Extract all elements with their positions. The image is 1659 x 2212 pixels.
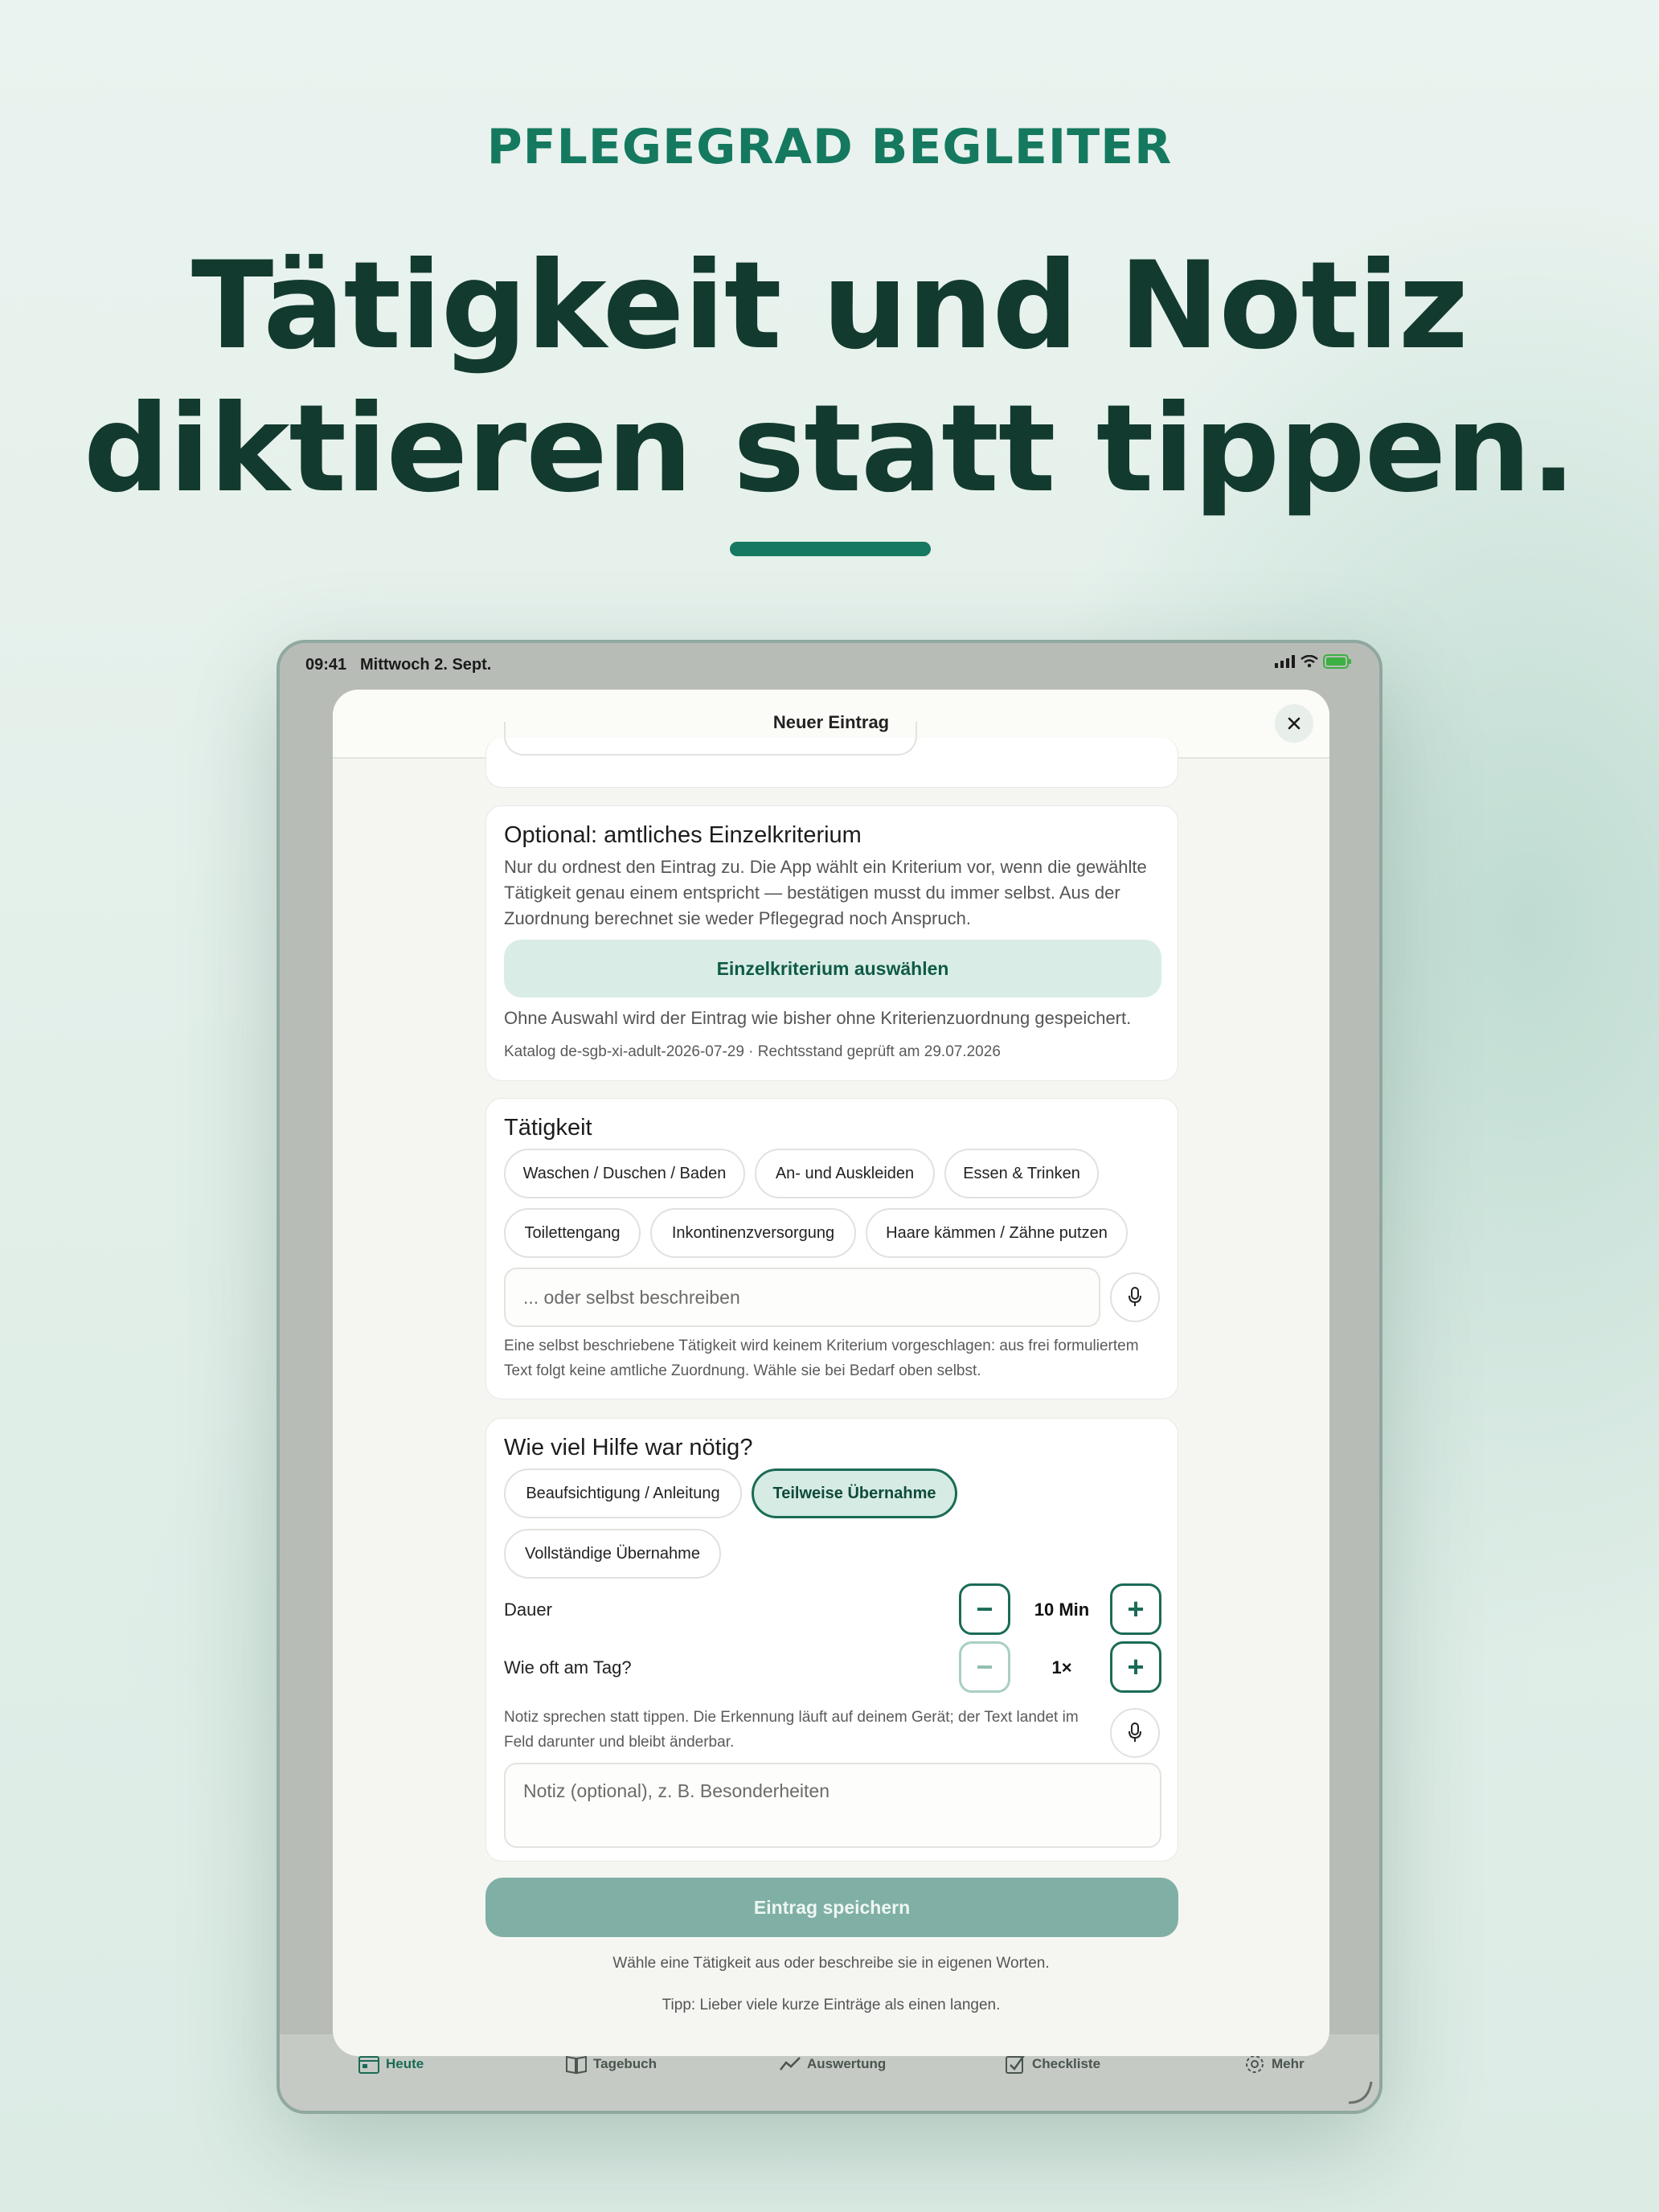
select-hint: Wähle eine Tätigkeit aus oder beschreibe… — [612, 1955, 1050, 1972]
criterion-card: Optional: amtliches Einzelkriterium Nur … — [485, 805, 1178, 1081]
close-button[interactable] — [1275, 704, 1313, 743]
close-icon — [1288, 717, 1301, 730]
note-mic-button[interactable] — [1110, 1708, 1160, 1758]
criterion-title: Optional: amtliches Einzelkriterium — [504, 822, 862, 848]
tip-hint: Tipp: Lieber viele kurze Einträge als ei… — [662, 1997, 1001, 2013]
help-option[interactable]: Beaufsichtigung / Anleitung — [504, 1469, 742, 1518]
activity-card: Tätigkeit Waschen / Duschen / Baden An- … — [485, 1098, 1178, 1399]
activity-chip[interactable]: Toilettengang — [504, 1208, 641, 1258]
custom-activity-input[interactable]: ... oder selbst beschreiben — [504, 1268, 1100, 1327]
help-option-selected[interactable]: Teilweise Übernahme — [752, 1469, 957, 1518]
activity-chip[interactable]: An- und Auskleiden — [755, 1149, 935, 1198]
activity-chip[interactable]: Haare kämmen / Zähne putzen — [866, 1208, 1128, 1258]
entry-sheet: Neuer Eintrag Optional: amtliches Einzel… — [333, 690, 1329, 2056]
eyebrow: PFLEGEGRAD BEGLEITER — [486, 119, 1173, 175]
dictation-note: Notiz sprechen statt tippen. Die Erkennu… — [504, 1709, 1079, 1751]
custom-activity-note: Eine selbst beschriebene Tätigkeit wird … — [504, 1337, 1139, 1379]
previous-card — [485, 722, 1178, 788]
note-input[interactable]: Notiz (optional), z. B. Besonderheiten — [504, 1763, 1161, 1848]
frequency-increase-button[interactable]: + — [1110, 1641, 1161, 1693]
help-option[interactable]: Vollständige Übernahme — [504, 1529, 721, 1579]
activity-chip[interactable]: Waschen / Duschen / Baden — [504, 1149, 745, 1198]
activity-chip[interactable]: Inkontinenzversorgung — [650, 1208, 856, 1258]
tab-tagebuch-label: Tagebuch — [593, 2056, 657, 2071]
status-icons — [1275, 654, 1352, 669]
microphone-icon — [1129, 1287, 1141, 1306]
microphone-icon — [1129, 1722, 1141, 1742]
select-criterion-button[interactable]: Einzelkriterium auswählen — [504, 940, 1161, 997]
battery-icon — [1323, 654, 1351, 669]
status-bar: 09:41 Mittwoch 2. Sept. — [280, 643, 1379, 683]
headline: Tätigkeit und Notiz diktieren statt tipp… — [0, 235, 1659, 521]
headline-line-2: diktieren statt tippen. — [83, 379, 1576, 519]
activity-title: Tätigkeit — [504, 1115, 592, 1141]
tab-heute-label: Heute — [386, 2056, 424, 2071]
status-time: 09:41 — [305, 656, 347, 674]
no-selection-note: Ohne Auswahl wird der Eintrag wie bisher… — [504, 1008, 1132, 1028]
activity-chip[interactable]: Essen & Trinken — [944, 1149, 1099, 1198]
duration-increase-button[interactable]: + — [1110, 1583, 1161, 1635]
tab-checkliste-label: Checkliste — [1032, 2056, 1101, 2071]
frequency-value: 1× — [1051, 1657, 1072, 1677]
criterion-description: Nur du ordnest den Eintrag zu. Die App w… — [504, 857, 1147, 928]
duration-label: Dauer — [504, 1600, 552, 1620]
tab-mehr-label: Mehr — [1272, 2056, 1305, 2071]
frequency-label: Wie oft am Tag? — [504, 1657, 632, 1677]
device-frame: 09:41 Mittwoch 2. Sept. Heute Tagebuch A… — [276, 640, 1382, 2114]
help-title: Wie viel Hilfe war nötig? — [504, 1435, 753, 1460]
headline-line-1: Tätigkeit und Notiz — [190, 236, 1469, 376]
headline-rule — [730, 542, 931, 556]
save-entry-button[interactable]: Eintrag speichern — [485, 1878, 1178, 1937]
help-card: Wie viel Hilfe war nötig? Beaufsichtigun… — [485, 1418, 1178, 1862]
tab-auswertung-label: Auswertung — [807, 2056, 887, 2071]
status-date: Mittwoch 2. Sept. — [360, 656, 492, 674]
catalog-info: Katalog de-sgb-xi-adult-2026-07-29 · Rec… — [504, 1043, 1001, 1060]
frequency-decrease-button[interactable]: − — [959, 1641, 1010, 1693]
signal-icon — [1275, 655, 1295, 668]
previous-field — [504, 722, 917, 756]
duration-decrease-button[interactable]: − — [959, 1583, 1010, 1635]
activity-mic-button[interactable] — [1110, 1272, 1160, 1322]
wifi-icon — [1301, 655, 1318, 668]
duration-value: 10 Min — [1034, 1600, 1090, 1620]
resize-handle-icon[interactable] — [1344, 2075, 1376, 2108]
